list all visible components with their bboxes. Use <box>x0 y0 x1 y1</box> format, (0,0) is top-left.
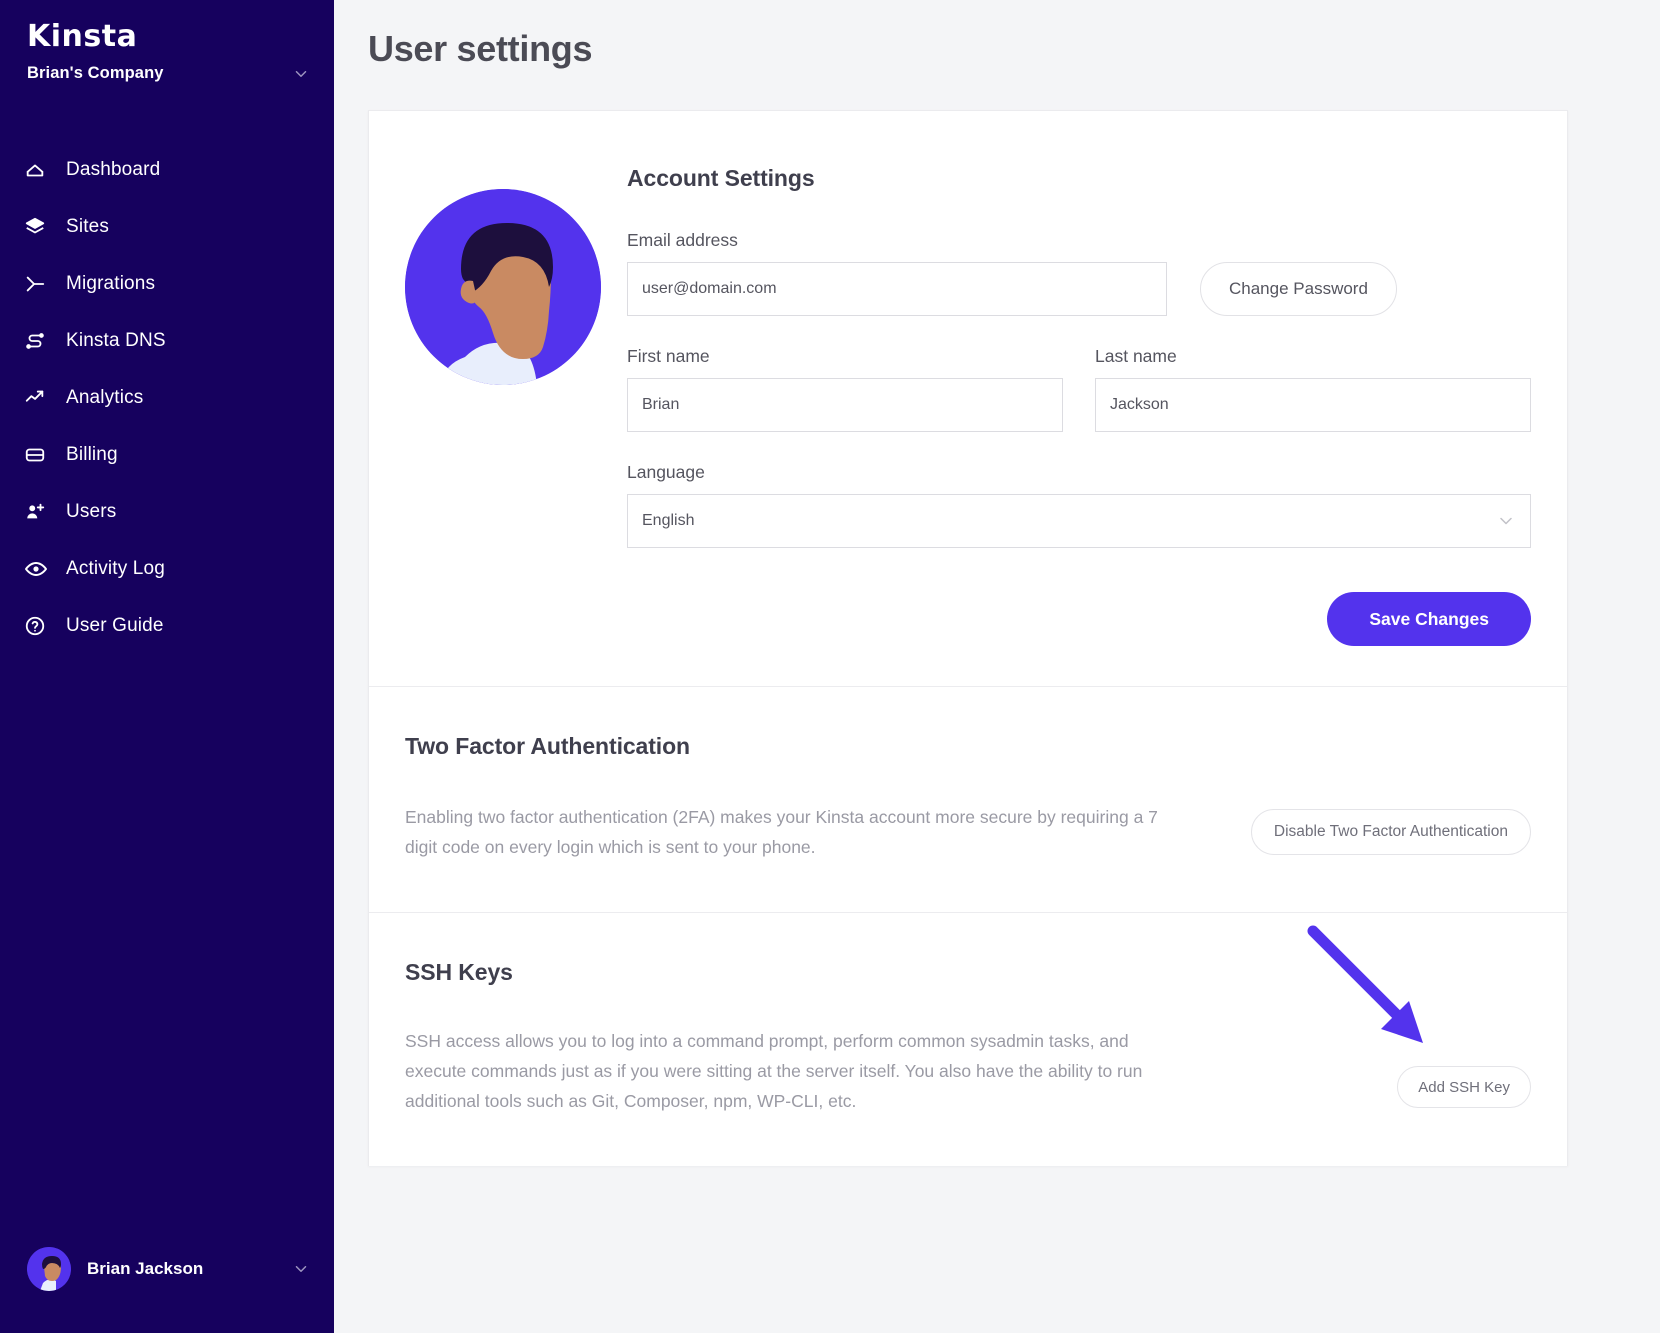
sidebar-item-kinsta-dns[interactable]: Kinsta DNS <box>0 312 334 369</box>
language-label: Language <box>627 462 705 482</box>
change-password-button[interactable]: Change Password <box>1200 262 1397 316</box>
migration-arrow-icon <box>24 273 58 295</box>
sidebar-item-migrations[interactable]: Migrations <box>0 255 334 312</box>
sidebar-item-label: Activity Log <box>66 557 165 579</box>
company-name: Brian's Company <box>27 64 164 82</box>
language-selected-value: English <box>642 512 695 529</box>
chevron-down-icon <box>292 65 310 83</box>
disable-two-factor-button[interactable]: Disable Two Factor Authentication <box>1250 809 1531 856</box>
layers-icon <box>24 216 58 238</box>
language-select[interactable]: English <box>627 494 1531 548</box>
sidebar-item-label: Billing <box>66 443 118 465</box>
chevron-down-icon <box>292 1260 310 1278</box>
home-icon <box>24 159 58 181</box>
ssh-keys-section: SSH Keys SSH access allows you to log in… <box>369 913 1567 1166</box>
two-factor-section: Two Factor Authentication Enabling two f… <box>369 687 1567 912</box>
sidebar-item-dashboard[interactable]: Dashboard <box>0 141 334 198</box>
add-ssh-key-button[interactable]: Add SSH Key <box>1397 1066 1531 1109</box>
email-row: Email address user@domain.com Change Pas… <box>627 230 1531 316</box>
sidebar-item-users[interactable]: Users <box>0 483 334 540</box>
names-row: First name Brian Last name Jackson <box>627 346 1531 432</box>
user-illustration-avatar <box>405 189 601 385</box>
sidebar-item-activity-log[interactable]: Activity Log <box>0 540 334 597</box>
sidebar-item-label: Analytics <box>66 386 144 408</box>
account-fields-column: Account Settings Email address user@doma… <box>627 153 1531 646</box>
sidebar-item-label: User Guide <box>66 614 164 636</box>
trending-up-icon <box>24 387 58 409</box>
user-plus-icon <box>24 501 58 523</box>
last-name-group: Last name Jackson <box>1095 346 1531 432</box>
account-settings-section: Account Settings Email address user@doma… <box>369 111 1567 686</box>
last-name-field[interactable]: Jackson <box>1095 378 1531 432</box>
page-title: User settings <box>368 28 593 69</box>
sidebar-user-name: Brian Jackson <box>87 1258 204 1278</box>
dns-nodes-icon <box>24 330 58 352</box>
chevron-down-icon <box>1496 511 1516 531</box>
sidebar-nav: Dashboard Sites Migrations Kinsta DNS An… <box>0 141 334 654</box>
kinsta-logo: Kinsta <box>27 19 138 54</box>
sidebar-item-billing[interactable]: Billing <box>0 426 334 483</box>
ssh-description: SSH access allows you to log into a comm… <box>405 1031 1143 1112</box>
sidebar-item-sites[interactable]: Sites <box>0 198 334 255</box>
main-content: User settings Account Settings Email add… <box>334 0 1660 1333</box>
first-name-group: First name Brian <box>627 346 1063 432</box>
last-name-label: Last name <box>1095 346 1177 366</box>
avatar <box>27 1246 71 1291</box>
sidebar-item-label: Sites <box>66 215 109 237</box>
two-factor-description: Enabling two factor authentication (2FA)… <box>405 807 1158 858</box>
language-group: Language English <box>627 462 1531 548</box>
section-title-two-factor: Two Factor Authentication <box>405 733 690 759</box>
section-title-account: Account Settings <box>627 165 815 191</box>
save-changes-button[interactable]: Save Changes <box>1327 592 1531 646</box>
sidebar-item-analytics[interactable]: Analytics <box>0 369 334 426</box>
section-title-ssh-keys: SSH Keys <box>405 959 513 986</box>
email-label: Email address <box>627 230 738 250</box>
settings-card: Account Settings Email address user@doma… <box>368 110 1568 1167</box>
app-root: Kinsta Brian's Company Dashboard Sites M… <box>0 0 1660 1333</box>
email-field-group: Email address user@domain.com <box>627 230 1167 316</box>
sidebar-item-label: Migrations <box>66 272 156 294</box>
email-field[interactable]: user@domain.com <box>627 262 1167 316</box>
brand-block: Kinsta <box>0 0 334 52</box>
sidebar-item-label: Dashboard <box>66 158 161 180</box>
credit-card-icon <box>24 444 58 466</box>
sidebar-item-label: Users <box>66 500 117 522</box>
question-circle-icon <box>24 615 58 637</box>
sidebar-user-menu[interactable]: Brian Jackson <box>0 1204 334 1333</box>
first-name-label: First name <box>627 346 710 366</box>
account-avatar-column <box>405 153 627 646</box>
sidebar-item-user-guide[interactable]: User Guide <box>0 597 334 654</box>
sidebar: Kinsta Brian's Company Dashboard Sites M… <box>0 0 334 1333</box>
eye-icon <box>24 557 58 581</box>
save-row: Save Changes <box>627 592 1531 646</box>
company-switcher[interactable]: Brian's Company <box>0 52 334 83</box>
sidebar-item-label: Kinsta DNS <box>66 329 166 351</box>
first-name-field[interactable]: Brian <box>627 378 1063 432</box>
